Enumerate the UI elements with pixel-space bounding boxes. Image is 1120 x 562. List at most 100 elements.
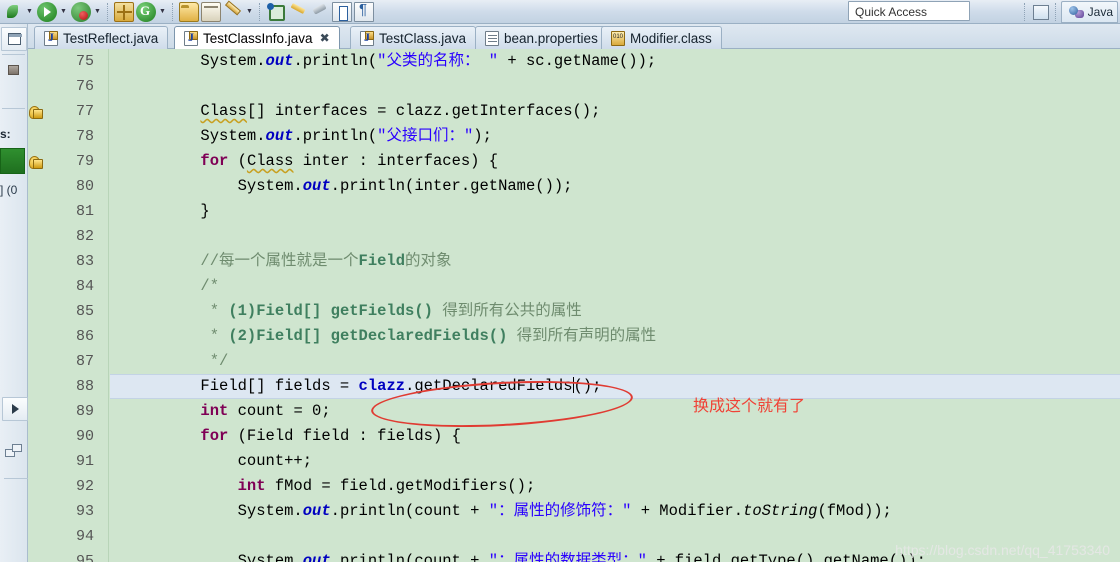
line-number: 86: [75, 328, 94, 345]
code-line[interactable]: System.out.println("父接口们：");: [110, 124, 1120, 149]
left-view-label-fragment: s:: [0, 127, 11, 141]
toolbar-separator-3: [259, 2, 262, 21]
line-number: 87: [75, 353, 94, 370]
line-number: 79: [75, 153, 94, 170]
refresh-dropdown-arrow[interactable]: ▼: [157, 2, 168, 22]
line-number: 85: [75, 303, 94, 320]
line-number: 82: [75, 228, 94, 245]
red-note-annotation: 换成这个就有了: [693, 398, 806, 415]
eclipse-ide-window: ▼ ▼ ▼ ▼ ▼ Quick Access Java: [0, 0, 1120, 562]
line-number: 77: [75, 103, 94, 120]
toolbar-separator-4: [1023, 3, 1027, 21]
code-line[interactable]: count++;: [110, 449, 1120, 474]
console-view-minimized-icon[interactable]: [5, 444, 23, 460]
code-line[interactable]: [110, 74, 1120, 99]
quick-access-input[interactable]: Quick Access: [848, 1, 970, 21]
progress-bar-fragment: [0, 148, 25, 174]
code-line[interactable]: * (2)Field[] getDeclaredFields() 得到所有声明的…: [110, 324, 1120, 349]
java-file-icon: [360, 30, 374, 46]
new-java-package-icon[interactable]: [114, 1, 134, 22]
code-line[interactable]: System.out.println(inter.getName());: [110, 174, 1120, 199]
java-source-editor[interactable]: 75 76 77 78 79 80 81 82 83 84 85 86 87 88 89 90 91 92 93 94…: [28, 49, 1120, 562]
brush-icon[interactable]: [288, 2, 308, 22]
package-explorer-icon: [8, 65, 19, 75]
line-number: 75: [75, 53, 94, 70]
code-text-area[interactable]: System.out.println("父类的名称： " + sc.getNam…: [110, 49, 1120, 562]
watermark-text: https://blog.csdn.net/qq_41753340: [895, 542, 1110, 558]
line-number: 88: [75, 378, 94, 395]
code-line[interactable]: //每一个属性就是一个Field的对象: [110, 249, 1120, 274]
open-resource-icon[interactable]: [201, 1, 221, 22]
warning-marker-icon[interactable]: [29, 155, 43, 169]
rail-divider-3: [4, 478, 28, 479]
pencil-icon[interactable]: [223, 2, 243, 22]
gutter-separator: [108, 49, 109, 562]
code-line[interactable]: System.out.println(count + "：属性的修饰符：" + …: [110, 499, 1120, 524]
restore-view-button[interactable]: [1, 27, 27, 51]
tab-label: bean.properties: [504, 30, 598, 46]
restore-bottom-view-button[interactable]: [2, 397, 28, 421]
code-line[interactable]: int fMod = field.getModifiers();: [110, 474, 1120, 499]
code-line[interactable]: for (Field field : fields) {: [110, 424, 1120, 449]
debug-dropdown-arrow[interactable]: ▼: [24, 2, 35, 22]
code-line[interactable]: Field[] fields = clazz.getDeclaredFields…: [110, 374, 1120, 399]
line-number: 78: [75, 128, 94, 145]
arrow-right-icon: [12, 404, 19, 414]
open-perspective-icon[interactable]: [1031, 2, 1051, 22]
tab-label: TestClass.java: [379, 30, 467, 46]
tab-label: Modifier.class: [630, 30, 712, 46]
code-line[interactable]: */: [110, 349, 1120, 374]
tab-TestClassInfo-java[interactable]: TestClassInfo.java ✖: [174, 26, 340, 49]
run-icon[interactable]: [37, 1, 57, 22]
marker-gutter: [28, 49, 46, 562]
code-line[interactable]: Class[] interfaces = clazz.getInterfaces…: [110, 99, 1120, 124]
pencil-dropdown-arrow[interactable]: ▼: [244, 2, 255, 22]
line-number: 81: [75, 203, 94, 220]
tab-label: TestReflect.java: [63, 30, 159, 46]
show-whitespace-icon[interactable]: [354, 1, 374, 22]
toolbar-separator-2: [172, 2, 175, 21]
debug-icon[interactable]: [3, 2, 23, 22]
line-number: 94: [75, 528, 94, 545]
toggle-block-selection-icon[interactable]: [332, 1, 352, 22]
code-line[interactable]: System.out.println("父类的名称： " + sc.getNam…: [110, 49, 1120, 74]
perspective-label: Java: [1087, 5, 1113, 19]
tab-Modifier-class[interactable]: Modifier.class: [601, 26, 722, 49]
perspective-java-button[interactable]: Java: [1060, 1, 1118, 23]
left-minimized-view-rail: [0, 24, 28, 562]
line-number: 91: [75, 453, 94, 470]
code-line[interactable]: * (1)Field[] getFields() 得到所有公共的属性: [110, 299, 1120, 324]
open-type-icon[interactable]: [179, 1, 199, 22]
line-number: 89: [75, 403, 94, 420]
package-explorer-minimized-button[interactable]: [1, 58, 27, 82]
code-line[interactable]: [110, 224, 1120, 249]
search-icon[interactable]: [266, 2, 286, 22]
line-number: 92: [75, 478, 94, 495]
rail-divider-1: [2, 54, 25, 55]
java-file-icon: [44, 30, 58, 46]
line-number: 83: [75, 253, 94, 270]
tab-bean-properties[interactable]: bean.properties: [475, 26, 608, 49]
left-view-counter-fragment: ] (0: [0, 183, 18, 197]
tab-TestClass-java[interactable]: TestClass.java: [350, 26, 477, 49]
properties-file-icon: [485, 30, 499, 46]
line-number: 90: [75, 428, 94, 445]
code-line[interactable]: int count = 0;: [110, 399, 1120, 424]
restore-window-icon: [8, 33, 22, 45]
wrench-icon[interactable]: [310, 2, 330, 22]
warning-marker-icon[interactable]: [29, 105, 43, 119]
code-line[interactable]: for (Class inter : interfaces) {: [110, 149, 1120, 174]
close-icon[interactable]: ✖: [320, 32, 330, 44]
code-line[interactable]: /*: [110, 274, 1120, 299]
perspective-switcher: Java: [1021, 0, 1120, 24]
refresh-icon[interactable]: [136, 1, 156, 22]
run-last-icon[interactable]: [71, 1, 91, 22]
main-toolbar: ▼ ▼ ▼ ▼ ▼ Quick Access Java: [0, 0, 1120, 24]
tab-TestReflect-java[interactable]: TestReflect.java: [34, 26, 169, 49]
rail-divider-2: [2, 108, 25, 109]
line-number: 76: [75, 78, 94, 95]
code-line[interactable]: }: [110, 199, 1120, 224]
toolbar-separator-5: [1054, 3, 1058, 21]
run-last-dropdown-arrow[interactable]: ▼: [92, 2, 103, 22]
run-dropdown-arrow[interactable]: ▼: [58, 2, 69, 22]
